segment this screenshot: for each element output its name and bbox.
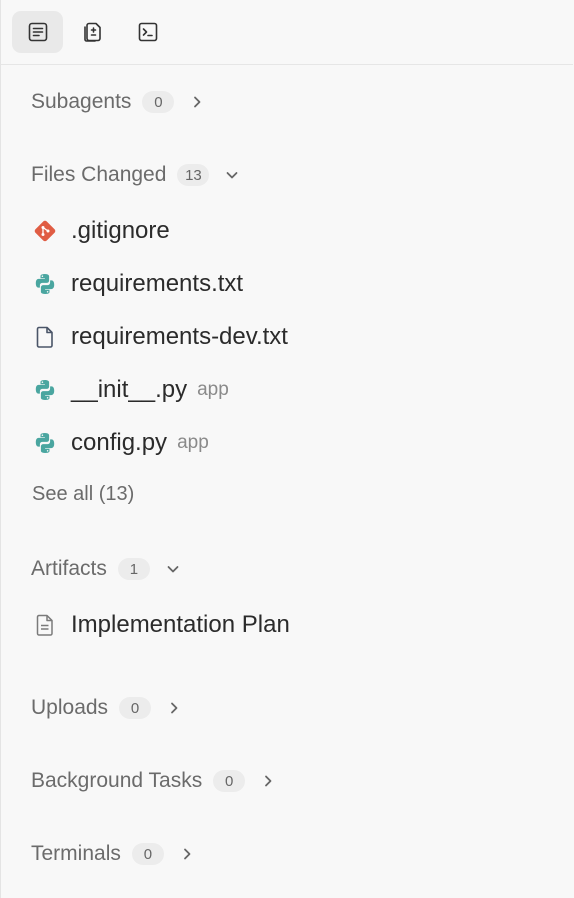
file-name: __init__.py xyxy=(71,376,188,403)
python-icon xyxy=(31,270,59,298)
file-row-init-py[interactable]: __init__.py app xyxy=(31,372,229,408)
chevron-right-icon xyxy=(190,95,204,109)
python-icon xyxy=(31,376,59,404)
file-row-gitignore[interactable]: .gitignore xyxy=(31,213,170,249)
diff-document-icon xyxy=(83,22,101,42)
see-all-link[interactable]: See all (13) xyxy=(32,483,134,506)
section-title: Subagents xyxy=(31,90,132,113)
file-row-requirements[interactable]: requirements.txt xyxy=(31,266,243,302)
section-artifacts[interactable]: Artifacts 1 xyxy=(31,553,180,585)
section-title: Uploads xyxy=(31,696,109,719)
file-name: .gitignore xyxy=(71,217,170,244)
file-name: requirements.txt xyxy=(71,270,244,297)
file-name: requirements-dev.txt xyxy=(71,323,288,350)
document-list-icon xyxy=(28,22,47,42)
section-files-changed[interactable]: Files Changed 13 xyxy=(31,159,239,191)
artifact-row-implementation-plan[interactable]: Implementation Plan xyxy=(31,607,290,643)
section-background-tasks[interactable]: Background Tasks 0 xyxy=(31,765,275,797)
count-badge: 0 xyxy=(213,770,246,792)
section-subagents[interactable]: Subagents 0 xyxy=(31,86,204,118)
chevron-down-icon xyxy=(166,562,180,576)
python-icon xyxy=(31,429,59,457)
file-directory: app xyxy=(197,379,229,400)
chevron-right-icon xyxy=(261,774,275,788)
count-badge: 1 xyxy=(117,558,150,580)
file-row-requirements-dev[interactable]: requirements-dev.txt xyxy=(31,319,288,355)
chevron-down-icon xyxy=(225,168,239,182)
file-directory: app xyxy=(177,432,209,453)
section-title: Artifacts xyxy=(31,557,107,580)
diff-document-button[interactable] xyxy=(67,11,118,53)
terminal-button[interactable] xyxy=(122,11,173,53)
count-badge: 0 xyxy=(119,697,152,719)
file-icon xyxy=(31,323,59,351)
artifact-name: Implementation Plan xyxy=(71,611,290,638)
file-name: config.py xyxy=(71,429,168,456)
chevron-right-icon xyxy=(180,847,194,861)
count-badge: 0 xyxy=(142,91,175,113)
count-badge: 13 xyxy=(177,164,210,186)
file-row-config-py[interactable]: config.py app xyxy=(31,425,209,461)
count-badge: 0 xyxy=(131,843,164,865)
section-terminals[interactable]: Terminals 0 xyxy=(31,838,194,870)
section-title: Background Tasks xyxy=(31,769,203,792)
document-list-button[interactable] xyxy=(12,11,63,53)
side-panel: Subagents 0 Files Changed 13 .gitignore xyxy=(0,0,573,898)
section-title: Terminals xyxy=(31,842,121,865)
chevron-right-icon xyxy=(167,701,181,715)
terminal-icon xyxy=(138,22,157,42)
git-icon xyxy=(31,217,59,245)
panel-toolbar xyxy=(1,0,573,65)
section-title: Files Changed xyxy=(31,163,167,186)
section-uploads[interactable]: Uploads 0 xyxy=(31,692,181,724)
document-icon xyxy=(31,611,59,639)
